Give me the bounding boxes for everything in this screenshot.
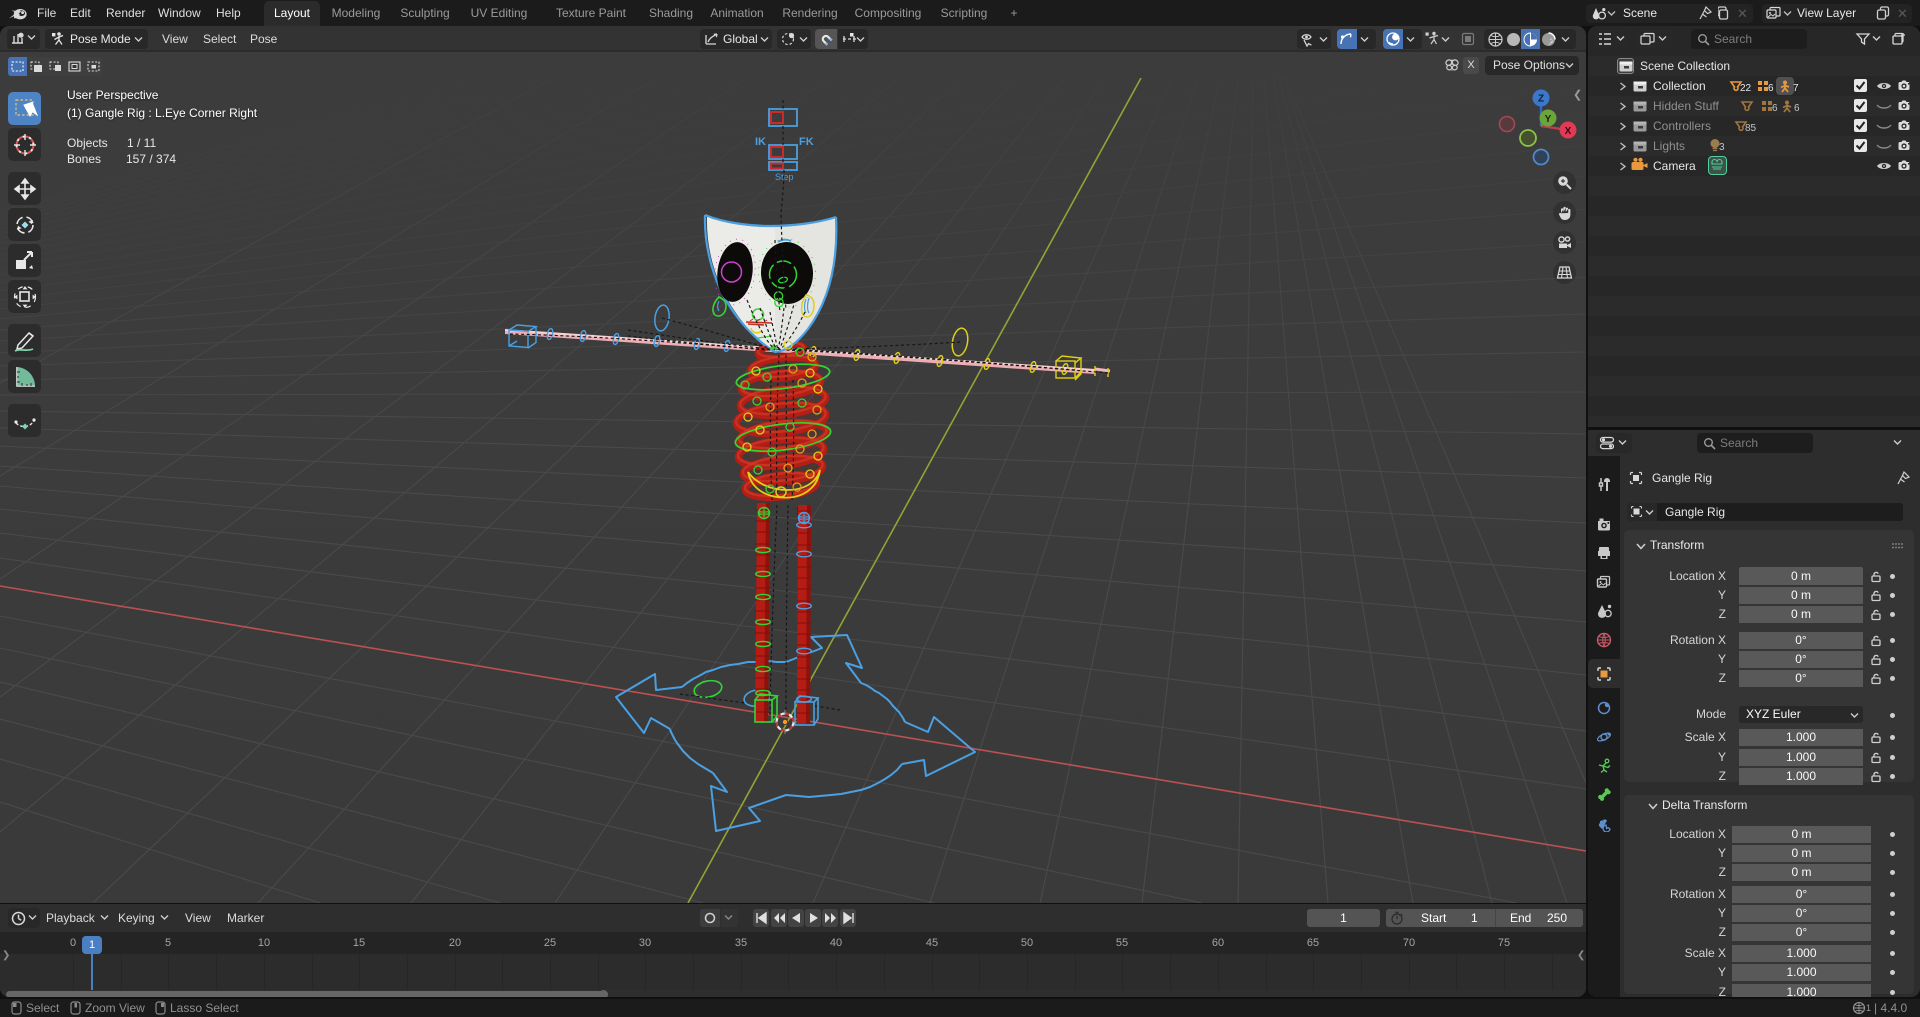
svg-text:Z: Z: [1538, 94, 1544, 105]
svg-text:FK: FK: [799, 136, 814, 148]
svg-text:Y: Y: [1545, 114, 1552, 125]
svg-text:IK: IK: [755, 136, 766, 148]
svg-text:X: X: [1565, 126, 1572, 137]
